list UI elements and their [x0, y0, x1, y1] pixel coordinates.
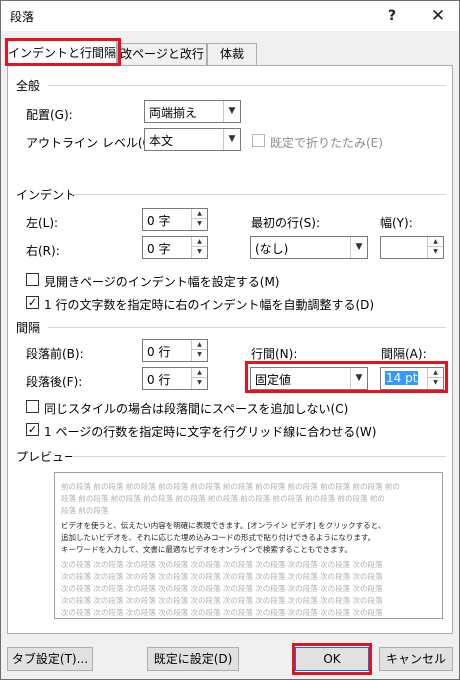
- mirror-indents-checkbox[interactable]: [26, 273, 39, 286]
- line-spacing-value: 固定値: [255, 373, 292, 387]
- preview-next-line: 次の段落 次の段落 次の段落 次の段落 次の段落 次の段落 次の段落 次の段落 …: [61, 560, 383, 569]
- spacing-at-value: 14 pt: [385, 371, 419, 385]
- ok-button[interactable]: OK: [295, 647, 369, 671]
- spin-up-icon[interactable]: ▲: [192, 237, 207, 247]
- space-before-value: 0 行: [147, 345, 171, 359]
- spinner-buttons: ▲ ▼: [191, 368, 207, 389]
- spin-up-icon[interactable]: ▲: [192, 209, 207, 219]
- space-after-spinner[interactable]: 0 行 ▲ ▼: [142, 367, 208, 390]
- snap-to-grid-label: 1 ページの行数を指定時に文字を行グリッド線に合わせる(W): [44, 425, 377, 439]
- preview-divider: [72, 456, 446, 457]
- spin-down-icon[interactable]: ▼: [192, 350, 207, 360]
- preview-section-title: プレビュー: [16, 450, 77, 464]
- auto-adjust-checkbox[interactable]: ✓: [26, 296, 39, 309]
- spin-up-icon[interactable]: ▲: [192, 368, 207, 378]
- chevron-down-icon: ▼: [350, 237, 367, 258]
- spinner-buttons: ▲ ▼: [427, 368, 443, 389]
- alignment-value: 両端揃え: [149, 106, 198, 120]
- auto-adjust-label: 1 行の文字数を指定時に右のインデント幅を自動調整する(D): [44, 298, 375, 312]
- collapsed-label: 既定で折りたたみ(E): [270, 136, 383, 150]
- title-bar: 段落 ? ✕: [1, 1, 459, 31]
- spinner-buttons: ▲ ▼: [191, 237, 207, 258]
- chevron-down-icon: ▼: [223, 101, 240, 122]
- close-button[interactable]: ✕: [424, 4, 452, 28]
- preview-next-line: 次の段落 次の段落 次の段落 次の段落 次の段落 次の段落 次の段落 次の段落 …: [61, 596, 383, 605]
- indent-right-label: 右(R):: [26, 244, 60, 258]
- spin-down-icon[interactable]: ▼: [192, 219, 207, 229]
- tabs-settings-button[interactable]: タブ設定(T)...: [7, 647, 93, 671]
- general-section-title: 全般: [16, 79, 41, 93]
- spin-up-icon[interactable]: ▲: [192, 340, 207, 350]
- indent-left-value: 0 字: [147, 214, 171, 228]
- spacing-at-label: 間隔(A):: [381, 347, 427, 361]
- space-before-spinner[interactable]: 0 行 ▲ ▼: [142, 339, 208, 362]
- outline-level-value: 本文: [149, 134, 174, 148]
- general-divider: [48, 85, 446, 86]
- tab-typography[interactable]: 体裁: [207, 43, 257, 65]
- first-line-select[interactable]: (なし) ▼: [250, 236, 368, 259]
- space-before-label: 段落前(B):: [26, 347, 84, 361]
- help-button[interactable]: ?: [378, 4, 406, 28]
- line-spacing-label: 行間(N):: [251, 347, 298, 361]
- indent-right-value: 0 字: [147, 242, 171, 256]
- preview-body-line: キーワードを入力して、文書に最適なビデオをオンラインで検索することもできます。: [61, 545, 352, 554]
- collapsed-checkbox[interactable]: [252, 134, 265, 147]
- indent-divider: [72, 194, 446, 195]
- preview-prev-line: 段落 前の段落: [61, 506, 109, 515]
- no-space-same-style-checkbox[interactable]: [26, 400, 39, 413]
- space-after-value: 0 行: [147, 373, 171, 387]
- spin-up-icon[interactable]: ▲: [428, 368, 443, 378]
- indent-left-spinner[interactable]: 0 字 ▲ ▼: [142, 208, 208, 231]
- spin-down-icon[interactable]: ▼: [428, 378, 443, 388]
- preview-body-line: 追加したいビデオを、それに応じた埋め込みコードの形式で貼り付けできるようになりま…: [61, 533, 376, 542]
- set-as-default-button[interactable]: 既定に設定(D): [147, 647, 239, 671]
- first-line-value: (なし): [255, 242, 289, 256]
- spacing-section-title: 間隔: [16, 321, 41, 335]
- indent-left-label: 左(L):: [26, 216, 59, 230]
- outline-level-label: アウトライン レベル(O):: [26, 136, 161, 150]
- preview-next-line: 次の段落 次の段落 次の段落 次の段落 次の段落 次の段落 次の段落 次の段落 …: [61, 608, 383, 617]
- mirror-indents-label: 見開きページのインデント幅を設定する(M): [44, 275, 280, 289]
- line-spacing-select[interactable]: 固定値 ▼: [250, 367, 368, 390]
- preview-prev-line: 前の段落 前の段落 前の段落 前の段落 前の段落 前の段落 前の段落 前の段落 …: [61, 482, 400, 491]
- indent-section-title: インデント: [16, 188, 77, 202]
- dialog-title: 段落: [10, 10, 35, 24]
- chevron-down-icon: ▼: [350, 368, 367, 389]
- cancel-button[interactable]: キャンセル: [379, 647, 453, 671]
- no-space-same-style-label: 同じスタイルの場合は段落間にスペースを追加しない(C): [44, 402, 349, 416]
- spin-down-icon[interactable]: ▼: [192, 378, 207, 388]
- alignment-select[interactable]: 両端揃え ▼: [144, 100, 241, 123]
- spin-up-icon[interactable]: ▲: [428, 237, 443, 247]
- indent-right-spinner[interactable]: 0 字 ▲ ▼: [142, 236, 208, 259]
- tab-indent-spacing[interactable]: インデントと行間隔: [7, 40, 117, 66]
- spin-down-icon[interactable]: ▼: [428, 247, 443, 257]
- preview-next-line: 次の段落 次の段落 次の段落 次の段落 次の段落 次の段落 次の段落 次の段落 …: [61, 584, 383, 593]
- space-after-label: 段落後(F):: [26, 375, 83, 389]
- tab-page-breaks[interactable]: 改ページと改行: [117, 43, 207, 65]
- spinner-buttons: ▲ ▼: [191, 209, 207, 230]
- preview-next-line: 次の段落 次の段落 次の段落 次の段落 次の段落 次の段落 次の段落 次の段落 …: [61, 572, 383, 581]
- chevron-down-icon: ▼: [223, 129, 240, 150]
- paragraph-dialog: 段落 ? ✕ インデントと行間隔 改ページと改行 体裁 全般 配置(G): 両端…: [0, 0, 460, 680]
- spacing-divider: [48, 327, 446, 328]
- preview-box: 前の段落 前の段落 前の段落 前の段落 前の段落 前の段落 前の段落 前の段落 …: [54, 472, 443, 619]
- spinner-buttons: ▲ ▼: [427, 237, 443, 258]
- snap-to-grid-checkbox[interactable]: ✓: [26, 423, 39, 436]
- spacing-at-value-wrap: 14 pt: [385, 371, 419, 385]
- spin-down-icon[interactable]: ▼: [192, 247, 207, 257]
- indent-width-spinner[interactable]: ▲ ▼: [380, 236, 444, 259]
- preview-prev-line: 段落 前の段落 前の段落 前の段落 前の段落 前の段落 前の段落 前の段落 前の…: [61, 494, 385, 503]
- spinner-buttons: ▲ ▼: [191, 340, 207, 361]
- first-line-label: 最初の行(S):: [251, 216, 321, 230]
- indent-width-label: 幅(Y):: [380, 216, 413, 230]
- outline-level-select[interactable]: 本文 ▼: [144, 128, 241, 151]
- alignment-label: 配置(G):: [26, 108, 73, 122]
- preview-body-line: ビデオを使うと、伝えたい内容を明確に表現できます。[オンライン ビデオ] をクリ…: [61, 521, 386, 530]
- spacing-at-spinner[interactable]: 14 pt ▲ ▼: [380, 367, 444, 390]
